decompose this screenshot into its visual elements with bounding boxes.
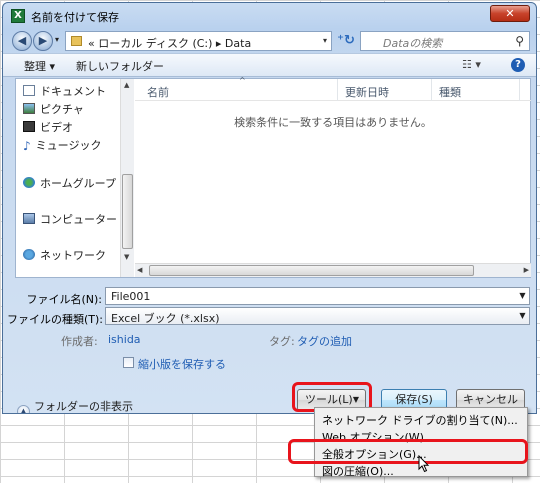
address-path: « ローカル ディスク (C:) ▸ Data	[88, 37, 252, 50]
title-bar[interactable]: X 名前を付けて保存 ✕	[3, 3, 536, 29]
column-divider	[519, 79, 520, 101]
column-header-row: 名前 ^ 更新日時 種類	[135, 76, 531, 101]
sort-indicator-icon: ^	[239, 76, 246, 85]
hide-folders-button[interactable]: ▲ フォルダーの非表示	[17, 398, 133, 413]
search-input[interactable]: Dataの検索 ⚲	[360, 31, 530, 51]
new-folder-button[interactable]: 新しいフォルダー	[76, 58, 164, 74]
menu-item-map-network-drive[interactable]: ネットワーク ドライブの割り当て(N)...	[322, 412, 518, 428]
help-icon[interactable]: ?	[511, 58, 525, 72]
video-icon	[23, 121, 35, 132]
thumbnail-label[interactable]: 縮小版を保存する	[138, 356, 226, 372]
sidebar-item-label: ミュージック	[35, 139, 102, 152]
dialog-title: 名前を付けて保存	[31, 11, 119, 24]
scrollbar-thumb[interactable]	[122, 174, 133, 249]
address-bar[interactable]: « ローカル ディスク (C:) ▸ Data ▾	[65, 31, 332, 51]
chevron-down-icon[interactable]: ▼	[516, 308, 529, 324]
views-button[interactable]: ☷ ▾	[462, 58, 481, 71]
scroll-down-icon[interactable]: ▼	[124, 253, 129, 261]
sidebar-item-computer[interactable]: コンピューター	[23, 211, 117, 227]
folder-icon	[71, 36, 82, 46]
document-icon	[23, 85, 35, 96]
column-divider	[337, 79, 338, 101]
scrollbar-thumb[interactable]	[149, 265, 474, 276]
sidebar-item-network[interactable]: ネットワーク	[23, 247, 106, 263]
tags-label: タグ:	[269, 335, 295, 348]
author-label: 作成者:	[61, 335, 98, 348]
excel-app-icon: X	[11, 9, 25, 23]
network-icon	[23, 249, 35, 260]
menu-item-compress-pictures[interactable]: 図の圧縮(O)...	[322, 463, 394, 479]
chevron-down-icon[interactable]: ▾	[323, 36, 327, 45]
navigation-pane: ドキュメント ピクチャ ビデオ ♪ ミュージック ホームグループ コンピューター …	[16, 79, 119, 277]
navigation-row: ◀ ▶ ▾ « ローカル ディスク (C:) ▸ Data ▾ ⁺↻ Dataの…	[3, 29, 536, 53]
sidebar-item-label: コンピューター	[40, 213, 117, 226]
computer-icon	[23, 213, 35, 224]
empty-message: 検索条件に一致する項目はありません。	[234, 116, 432, 129]
filetype-label: ファイルの種類(T):	[7, 313, 104, 326]
filename-field[interactable]: File001 ▼	[105, 287, 530, 305]
sidebar-item-label: ビデオ	[40, 121, 73, 134]
scroll-left-icon[interactable]: ◀	[137, 266, 142, 274]
mouse-cursor-icon	[418, 455, 430, 473]
column-divider	[431, 79, 432, 101]
tags-input[interactable]: タグの追加	[297, 333, 352, 349]
sidebar-item-documents[interactable]: ドキュメント	[23, 83, 106, 99]
filetype-select[interactable]: Excel ブック (*.xlsx) ▼	[105, 307, 530, 325]
search-icon[interactable]: ⚲	[515, 34, 524, 48]
chevron-up-icon: ▲	[17, 405, 30, 413]
thumbnail-checkbox[interactable]	[123, 357, 134, 368]
navigation-scrollbar[interactable]: ▲ ▼	[120, 79, 134, 277]
sidebar-item-label: ピクチャ	[40, 103, 84, 116]
recent-locations-dropdown[interactable]: ▾	[55, 35, 59, 44]
scroll-right-icon[interactable]: ▶	[524, 266, 529, 274]
sidebar-item-label: ドキュメント	[40, 85, 106, 98]
sidebar-item-homegroup[interactable]: ホームグループ	[23, 175, 116, 191]
homegroup-icon	[23, 177, 35, 188]
general-options-highlight	[288, 439, 528, 464]
back-button[interactable]: ◀	[12, 31, 32, 51]
column-name[interactable]: 名前	[147, 84, 169, 100]
forward-button[interactable]: ▶	[33, 31, 53, 51]
filename-label: ファイル名(N):	[26, 293, 102, 306]
music-icon: ♪	[23, 139, 31, 153]
browser-pane: ドキュメント ピクチャ ビデオ ♪ ミュージック ホームグループ コンピューター …	[15, 76, 531, 278]
pictures-icon	[23, 103, 35, 114]
command-toolbar: 整理 ▾ 新しいフォルダー ☷ ▾ ?	[3, 53, 536, 77]
sidebar-item-label: ネットワーク	[40, 249, 106, 262]
hide-folders-label: フォルダーの非表示	[34, 400, 133, 413]
horizontal-scrollbar[interactable]: ◀ ▶	[135, 263, 531, 277]
filename-value: File001	[111, 290, 151, 303]
sidebar-item-videos[interactable]: ビデオ	[23, 119, 73, 135]
filetype-value: Excel ブック (*.xlsx)	[111, 312, 220, 325]
sidebar-item-label: ホームグループ	[40, 177, 117, 190]
refresh-icon[interactable]: ⁺↻	[336, 32, 356, 51]
column-type[interactable]: 種類	[439, 84, 461, 100]
file-list: 名前 ^ 更新日時 種類 検索条件に一致する項目はありません。 ◀ ▶	[135, 76, 531, 277]
author-value[interactable]: ishida	[108, 333, 141, 346]
scroll-up-icon[interactable]: ▲	[124, 81, 129, 89]
column-modified[interactable]: 更新日時	[345, 84, 389, 100]
organize-button[interactable]: 整理 ▾	[24, 58, 55, 74]
search-placeholder: Dataの検索	[383, 37, 443, 50]
chevron-down-icon[interactable]: ▼	[516, 288, 529, 304]
sidebar-item-music[interactable]: ♪ ミュージック	[23, 137, 101, 153]
sidebar-item-pictures[interactable]: ピクチャ	[23, 101, 84, 117]
close-button[interactable]: ✕	[490, 5, 530, 22]
save-as-dialog: X 名前を付けて保存 ✕ ◀ ▶ ▾ « ローカル ディスク (C:) ▸ Da…	[2, 2, 537, 414]
